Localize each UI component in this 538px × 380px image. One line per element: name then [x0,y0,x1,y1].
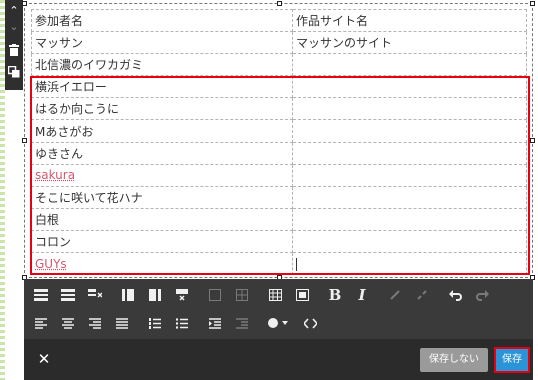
editor-toolbar: B I [24,279,533,339]
table-cell[interactable]: sakura [31,163,293,187]
redo-icon[interactable] [471,285,493,305]
unlink-icon[interactable] [411,285,433,305]
table-cell[interactable]: 北信濃のイワカガミ [31,53,293,77]
table-cell[interactable]: 作品サイト名 [292,8,527,33]
trash-icon[interactable] [5,44,23,60]
table-cell[interactable]: コロン [31,229,293,254]
participants-table[interactable]: 参加者名 作品サイト名 マッサン マッサンのサイト 北信濃のイワカガミ 横浜イエロー… [31,8,527,276]
table-row: コロン [31,229,527,254]
table-cell[interactable] [292,53,527,77]
block-side-rail: ⌃ ⌄ [5,0,23,90]
table-row: GUYs [31,252,527,276]
table-row: マッサン マッサンのサイト [31,31,527,55]
resize-handle[interactable] [22,1,27,6]
table-row: はるか向こうに [31,97,527,121]
table-cell[interactable]: そこに咲いて花ハナ [31,185,293,209]
editor-footer: ✕ 保存しない 保存 [24,339,533,380]
split-cells-icon[interactable] [231,285,253,305]
table-cell[interactable]: はるか向こうに [31,97,293,121]
resize-handle[interactable] [530,1,535,6]
move-down-icon[interactable]: ⌄ [5,19,23,35]
table-row: そこに咲いて花ハナ [31,185,527,209]
insert-row-below-icon[interactable] [57,285,79,305]
table-cell[interactable]: 白根 [31,207,293,231]
insert-column-left-icon[interactable] [117,285,139,305]
unordered-list-icon[interactable] [171,313,193,333]
page: ⌃ ⌄ 参加者名 作品サイト名 マッサン マッサンのサイト 北信濃のイワカガミ 横浜… [0,0,538,380]
table-cell[interactable] [292,75,527,99]
table-row: Mあさがお [31,119,527,143]
delete-column-icon[interactable] [171,285,193,305]
discard-button[interactable]: 保存しない [420,348,488,372]
text-caret [296,257,297,271]
table-row: 参加者名 作品サイト名 [31,8,527,33]
table-cell[interactable] [292,163,527,187]
close-icon[interactable]: ✕ [36,350,52,368]
resize-handle[interactable] [22,138,27,143]
text-color-dropdown[interactable] [264,313,294,333]
table-cell[interactable]: Mあさがお [31,119,293,143]
table-row: ゆきさん [31,141,527,165]
outdent-icon[interactable] [231,313,253,333]
table-cell[interactable]: GUYs [31,252,293,276]
table-cell[interactable]: 横浜イエロー [31,75,293,99]
cell-settings-icon[interactable] [291,285,313,305]
table-cell[interactable] [292,119,527,143]
table-row: sakura [31,163,527,187]
copy-icon[interactable] [5,65,23,82]
save-button[interactable]: 保存 [494,347,530,373]
ordered-list-icon[interactable] [144,313,166,333]
source-code-icon[interactable] [299,313,321,333]
table-cell-active[interactable] [292,252,527,276]
merge-cells-icon[interactable] [204,285,226,305]
table-cell[interactable] [292,185,527,209]
align-center-icon[interactable] [57,313,79,333]
insert-row-above-icon[interactable] [30,285,52,305]
resize-handle[interactable] [277,1,282,6]
align-justify-icon[interactable] [111,313,133,333]
indent-icon[interactable] [204,313,226,333]
resize-handle[interactable] [530,138,535,143]
table-cell[interactable]: 参加者名 [31,8,293,33]
table-row: 白根 [31,207,527,231]
table-cell[interactable] [292,141,527,165]
table-settings-icon[interactable] [264,285,286,305]
toolbar-row-2 [30,312,326,334]
table-editor[interactable]: 参加者名 作品サイト名 マッサン マッサンのサイト 北信濃のイワカガミ 横浜イエロー… [22,1,535,280]
align-left-icon[interactable] [30,313,52,333]
table-row: 横浜イエロー [31,75,527,99]
table-cell[interactable]: マッサンのサイト [292,31,527,55]
toolbar-row-1: B I [30,284,498,306]
link-icon[interactable] [384,285,406,305]
undo-icon[interactable] [444,285,466,305]
table-row: 北信濃のイワカガミ [31,53,527,77]
align-right-icon[interactable] [84,313,106,333]
move-up-icon[interactable]: ⌃ [5,3,23,19]
italic-button[interactable]: I [351,285,373,305]
table-cell[interactable]: マッサン [31,31,293,55]
table-cell[interactable] [292,207,527,231]
insert-column-right-icon[interactable] [144,285,166,305]
bold-button[interactable]: B [324,285,346,305]
table-cell[interactable] [292,229,527,254]
table-cell[interactable] [292,97,527,121]
table-cell[interactable]: ゆきさん [31,141,293,165]
delete-row-icon[interactable] [84,285,106,305]
